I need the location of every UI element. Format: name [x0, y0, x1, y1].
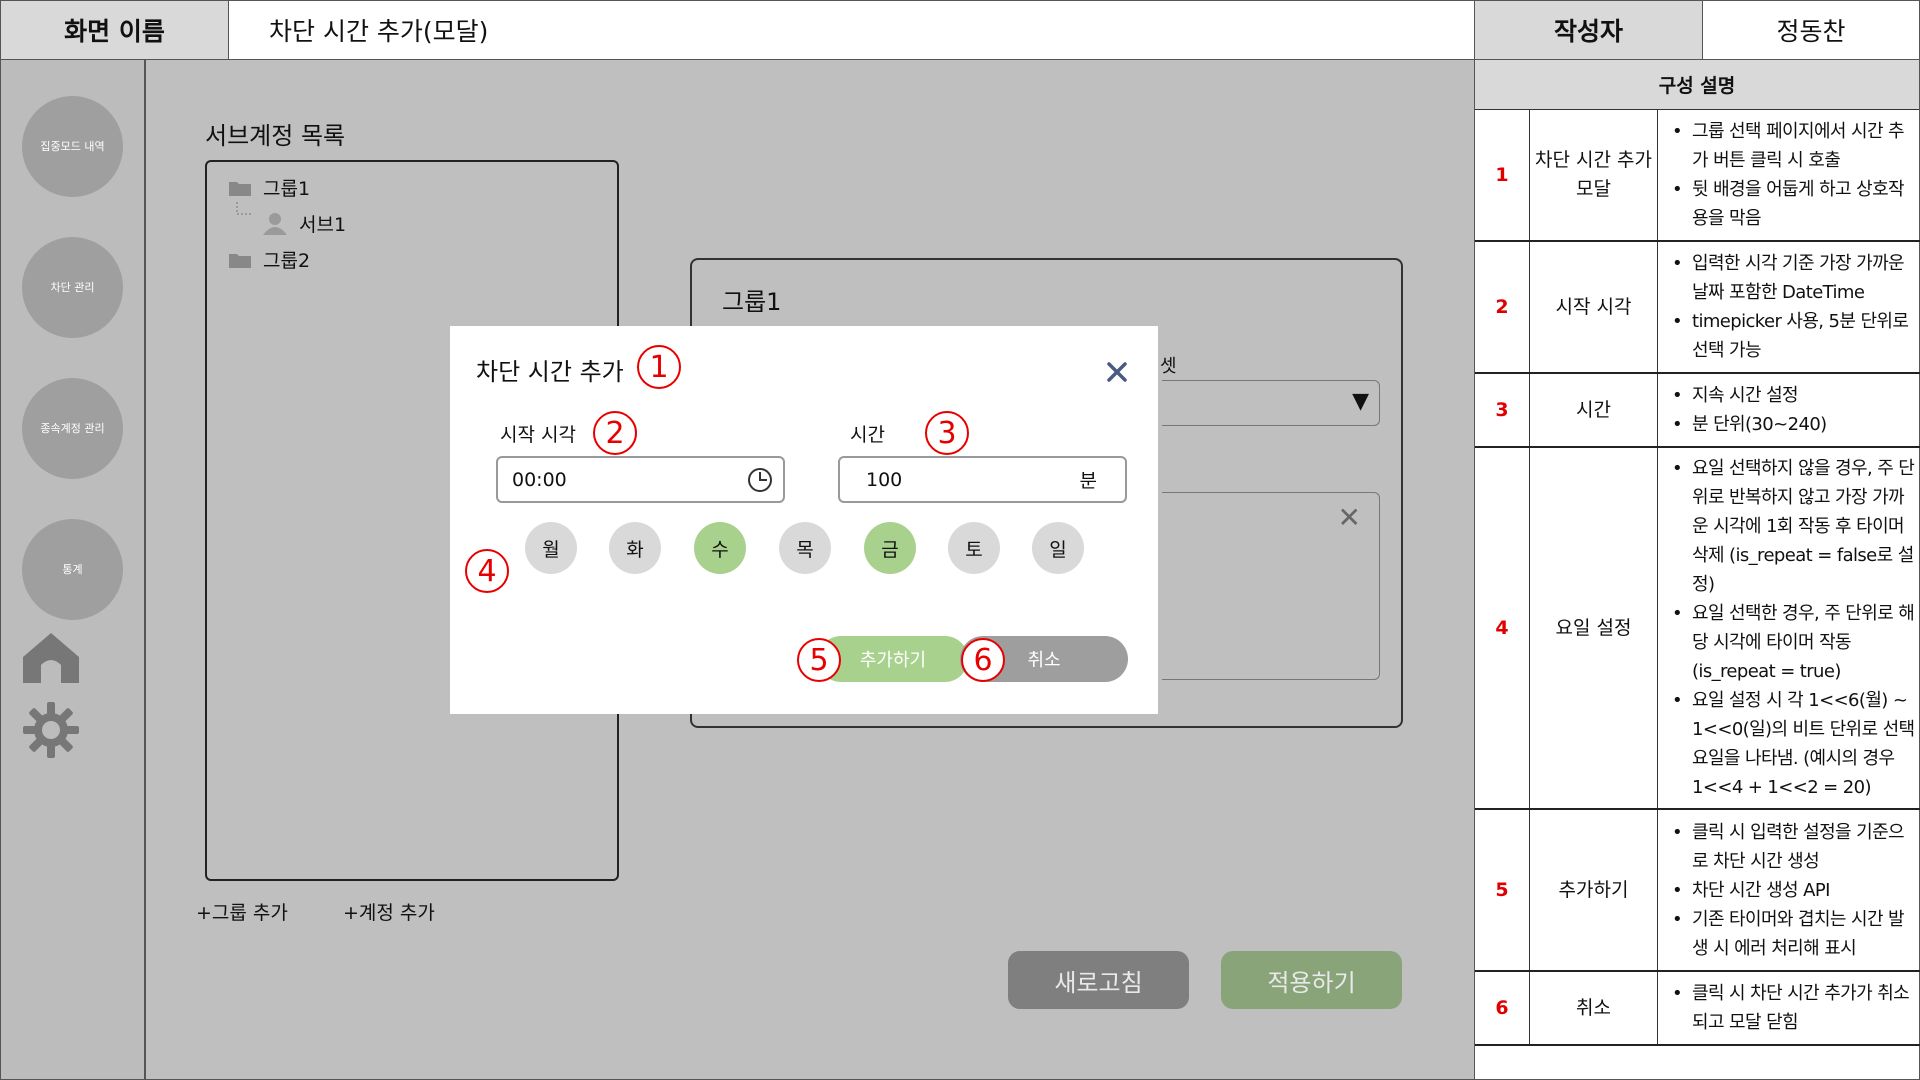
spec-row: 3 시간 지속 시간 설정 분 단위(30~240) [1475, 374, 1920, 448]
spec-desc-item: timepicker 사용, 5분 단위로 선택 가능 [1672, 307, 1915, 365]
spec-row-number: 2 [1475, 242, 1530, 372]
spec-description-panel: 구성 설명 1 차단 시간 추가 모달 그룹 선택 페이지에서 시간 추가 버튼… [1474, 59, 1920, 1080]
start-time-label: 시작 시각 [500, 424, 576, 446]
spec-row-name: 시간 [1530, 374, 1658, 446]
spec-desc-item: 요일 선택하지 않을 경우, 주 단위로 반복하지 않고 가장 가까운 시각에 … [1672, 454, 1915, 599]
tree-group-2-label: 그룹2 [263, 250, 311, 272]
spec-desc-item: 요일 선택한 경우, 주 단위로 해당 시각에 타이머 작동 (is_repea… [1672, 599, 1915, 686]
chevron-down-icon: ▼ [1352, 389, 1369, 414]
spec-title: 구성 설명 [1475, 60, 1919, 110]
modal-title: 차단 시간 추가 [476, 358, 624, 386]
spec-row-desc: 지속 시간 설정 분 단위(30~240) [1658, 374, 1920, 446]
callout-marker-2: 2 [593, 411, 637, 455]
callout-marker-3: 3 [925, 411, 969, 455]
nav-sub-account-manage[interactable]: 종속계정 관리 [22, 378, 123, 479]
spec-row-number: 1 [1475, 110, 1530, 240]
day-thu[interactable]: 목 [779, 522, 831, 574]
refresh-button[interactable]: 새로고침 [1008, 951, 1189, 1009]
callout-marker-4: 4 [465, 549, 509, 593]
home-icon[interactable] [21, 627, 81, 687]
spec-row-desc: 그룹 선택 페이지에서 시간 추가 버튼 클릭 시 호출 뒷 배경을 어둡게 하… [1658, 110, 1920, 240]
duration-input[interactable]: 100 분 [838, 456, 1127, 503]
spec-row-number: 4 [1475, 448, 1530, 808]
apply-button[interactable]: 적용하기 [1221, 951, 1402, 1009]
spec-row-desc: 클릭 시 입력한 설정을 기준으로 차단 시간 생성 차단 시간 생성 API … [1658, 810, 1920, 970]
spec-row-number: 6 [1475, 972, 1530, 1044]
user-icon [263, 212, 287, 235]
author-value: 정동찬 [1702, 0, 1920, 60]
spec-row: 4 요일 설정 요일 선택하지 않을 경우, 주 단위로 반복하지 않고 가장 … [1475, 448, 1920, 810]
spec-row-desc: 입력한 시각 기준 가장 가까운 날짜 포함한 DateTime timepic… [1658, 242, 1920, 372]
nav-statistics[interactable]: 통계 [22, 519, 123, 620]
spec-desc-item: 지속 시간 설정 [1672, 381, 1827, 410]
spec-row: 1 차단 시간 추가 모달 그룹 선택 페이지에서 시간 추가 버튼 클릭 시 … [1475, 110, 1920, 242]
spec-desc-item: 뒷 배경을 어둡게 하고 상호작용을 막음 [1672, 175, 1915, 233]
duration-value: 100 [866, 468, 903, 491]
spec-row: 6 취소 클릭 시 차단 시간 추가가 취소되고 모달 닫힘 [1475, 972, 1920, 1046]
spec-desc-item: 요일 설정 시 각 1<<6(월) ~ 1<<0(일)의 비트 단위로 선택 요… [1672, 686, 1915, 802]
add-account-link[interactable]: +계정 추가 [343, 898, 435, 925]
spec-desc-item: 클릭 시 차단 시간 추가가 취소되고 모달 닫힘 [1672, 979, 1915, 1037]
tree-group-1[interactable]: 그룹1 [229, 174, 310, 201]
day-sun[interactable]: 일 [1032, 522, 1084, 574]
day-wed[interactable]: 수 [694, 522, 746, 574]
spec-desc-item: 입력한 시각 기준 가장 가까운 날짜 포함한 DateTime [1672, 249, 1915, 307]
add-group-link[interactable]: +그룹 추가 [196, 898, 288, 925]
callout-marker-1: 1 [637, 345, 681, 389]
clock-icon[interactable] [747, 467, 773, 493]
tree-sub-1-label: 서브1 [299, 214, 347, 236]
tree-connector-icon [236, 202, 251, 215]
preset-label: 셋 [1160, 356, 1177, 377]
author-label: 작성자 [1474, 0, 1703, 60]
spec-row-desc: 클릭 시 차단 시간 추가가 취소되고 모달 닫힘 [1658, 972, 1920, 1044]
callout-marker-5: 5 [797, 638, 841, 682]
preset-select[interactable]: ▼ [1162, 380, 1380, 426]
spec-row-name: 취소 [1530, 972, 1658, 1044]
spec-row: 2 시작 시각 입력한 시각 기준 가장 가까운 날짜 포함한 DateTime… [1475, 242, 1920, 374]
spec-row-name: 차단 시간 추가 모달 [1530, 110, 1658, 240]
spec-header: 화면 이름 차단 시간 추가(모달) 작성자 정동찬 [0, 0, 1920, 60]
close-icon[interactable]: ✕ [1338, 501, 1361, 534]
spec-row-name: 추가하기 [1530, 810, 1658, 970]
sub-account-list-title: 서브계정 목록 [205, 122, 346, 150]
folder-icon [229, 253, 251, 268]
spec-desc-item: 클릭 시 입력한 설정을 기준으로 차단 시간 생성 [1672, 818, 1915, 876]
day-sat[interactable]: 토 [948, 522, 1000, 574]
callout-marker-6: 6 [961, 638, 1005, 682]
screen-name-label: 화면 이름 [0, 0, 229, 60]
day-fri[interactable]: 금 [864, 522, 916, 574]
duration-unit: 분 [1079, 470, 1097, 492]
spec-row-desc: 요일 선택하지 않을 경우, 주 단위로 반복하지 않고 가장 가까운 시각에 … [1658, 448, 1920, 808]
block-time-card: ✕ [1162, 492, 1380, 680]
screen-name-value: 차단 시간 추가(모달) [228, 0, 1475, 60]
spec-row: 5 추가하기 클릭 시 입력한 설정을 기준으로 차단 시간 생성 차단 시간 … [1475, 810, 1920, 972]
day-mon[interactable]: 월 [525, 522, 577, 574]
duration-label: 시간 [850, 424, 885, 446]
start-time-value: 00:00 [512, 468, 567, 491]
tree-group-2[interactable]: 그룹2 [229, 246, 310, 273]
sidebar: 집중모드 내역 차단 관리 종속계정 관리 통계 [1, 60, 146, 1079]
tree-group-1-label: 그룹1 [263, 178, 311, 200]
nav-block-manage[interactable]: 차단 관리 [22, 237, 123, 338]
nav-focus-history[interactable]: 집중모드 내역 [22, 96, 123, 197]
day-tue[interactable]: 화 [609, 522, 661, 574]
spec-desc-item: 분 단위(30~240) [1672, 410, 1827, 439]
folder-icon [229, 181, 251, 196]
spec-row-number: 5 [1475, 810, 1530, 970]
spec-desc-item: 기존 타이머와 겹치는 시간 발생 시 에러 처리해 표시 [1672, 905, 1915, 963]
spec-desc-item: 그룹 선택 페이지에서 시간 추가 버튼 클릭 시 호출 [1672, 117, 1915, 175]
gear-icon[interactable] [21, 700, 81, 760]
spec-row-name: 시작 시각 [1530, 242, 1658, 372]
spec-row-name: 요일 설정 [1530, 448, 1658, 808]
start-time-input[interactable]: 00:00 [496, 456, 785, 503]
spec-row-number: 3 [1475, 374, 1530, 446]
spec-desc-item: 차단 시간 생성 API [1672, 876, 1915, 905]
close-icon[interactable] [1103, 358, 1131, 386]
tree-sub-1[interactable]: 서브1 [263, 210, 346, 237]
group-detail-title: 그룹1 [722, 288, 782, 316]
